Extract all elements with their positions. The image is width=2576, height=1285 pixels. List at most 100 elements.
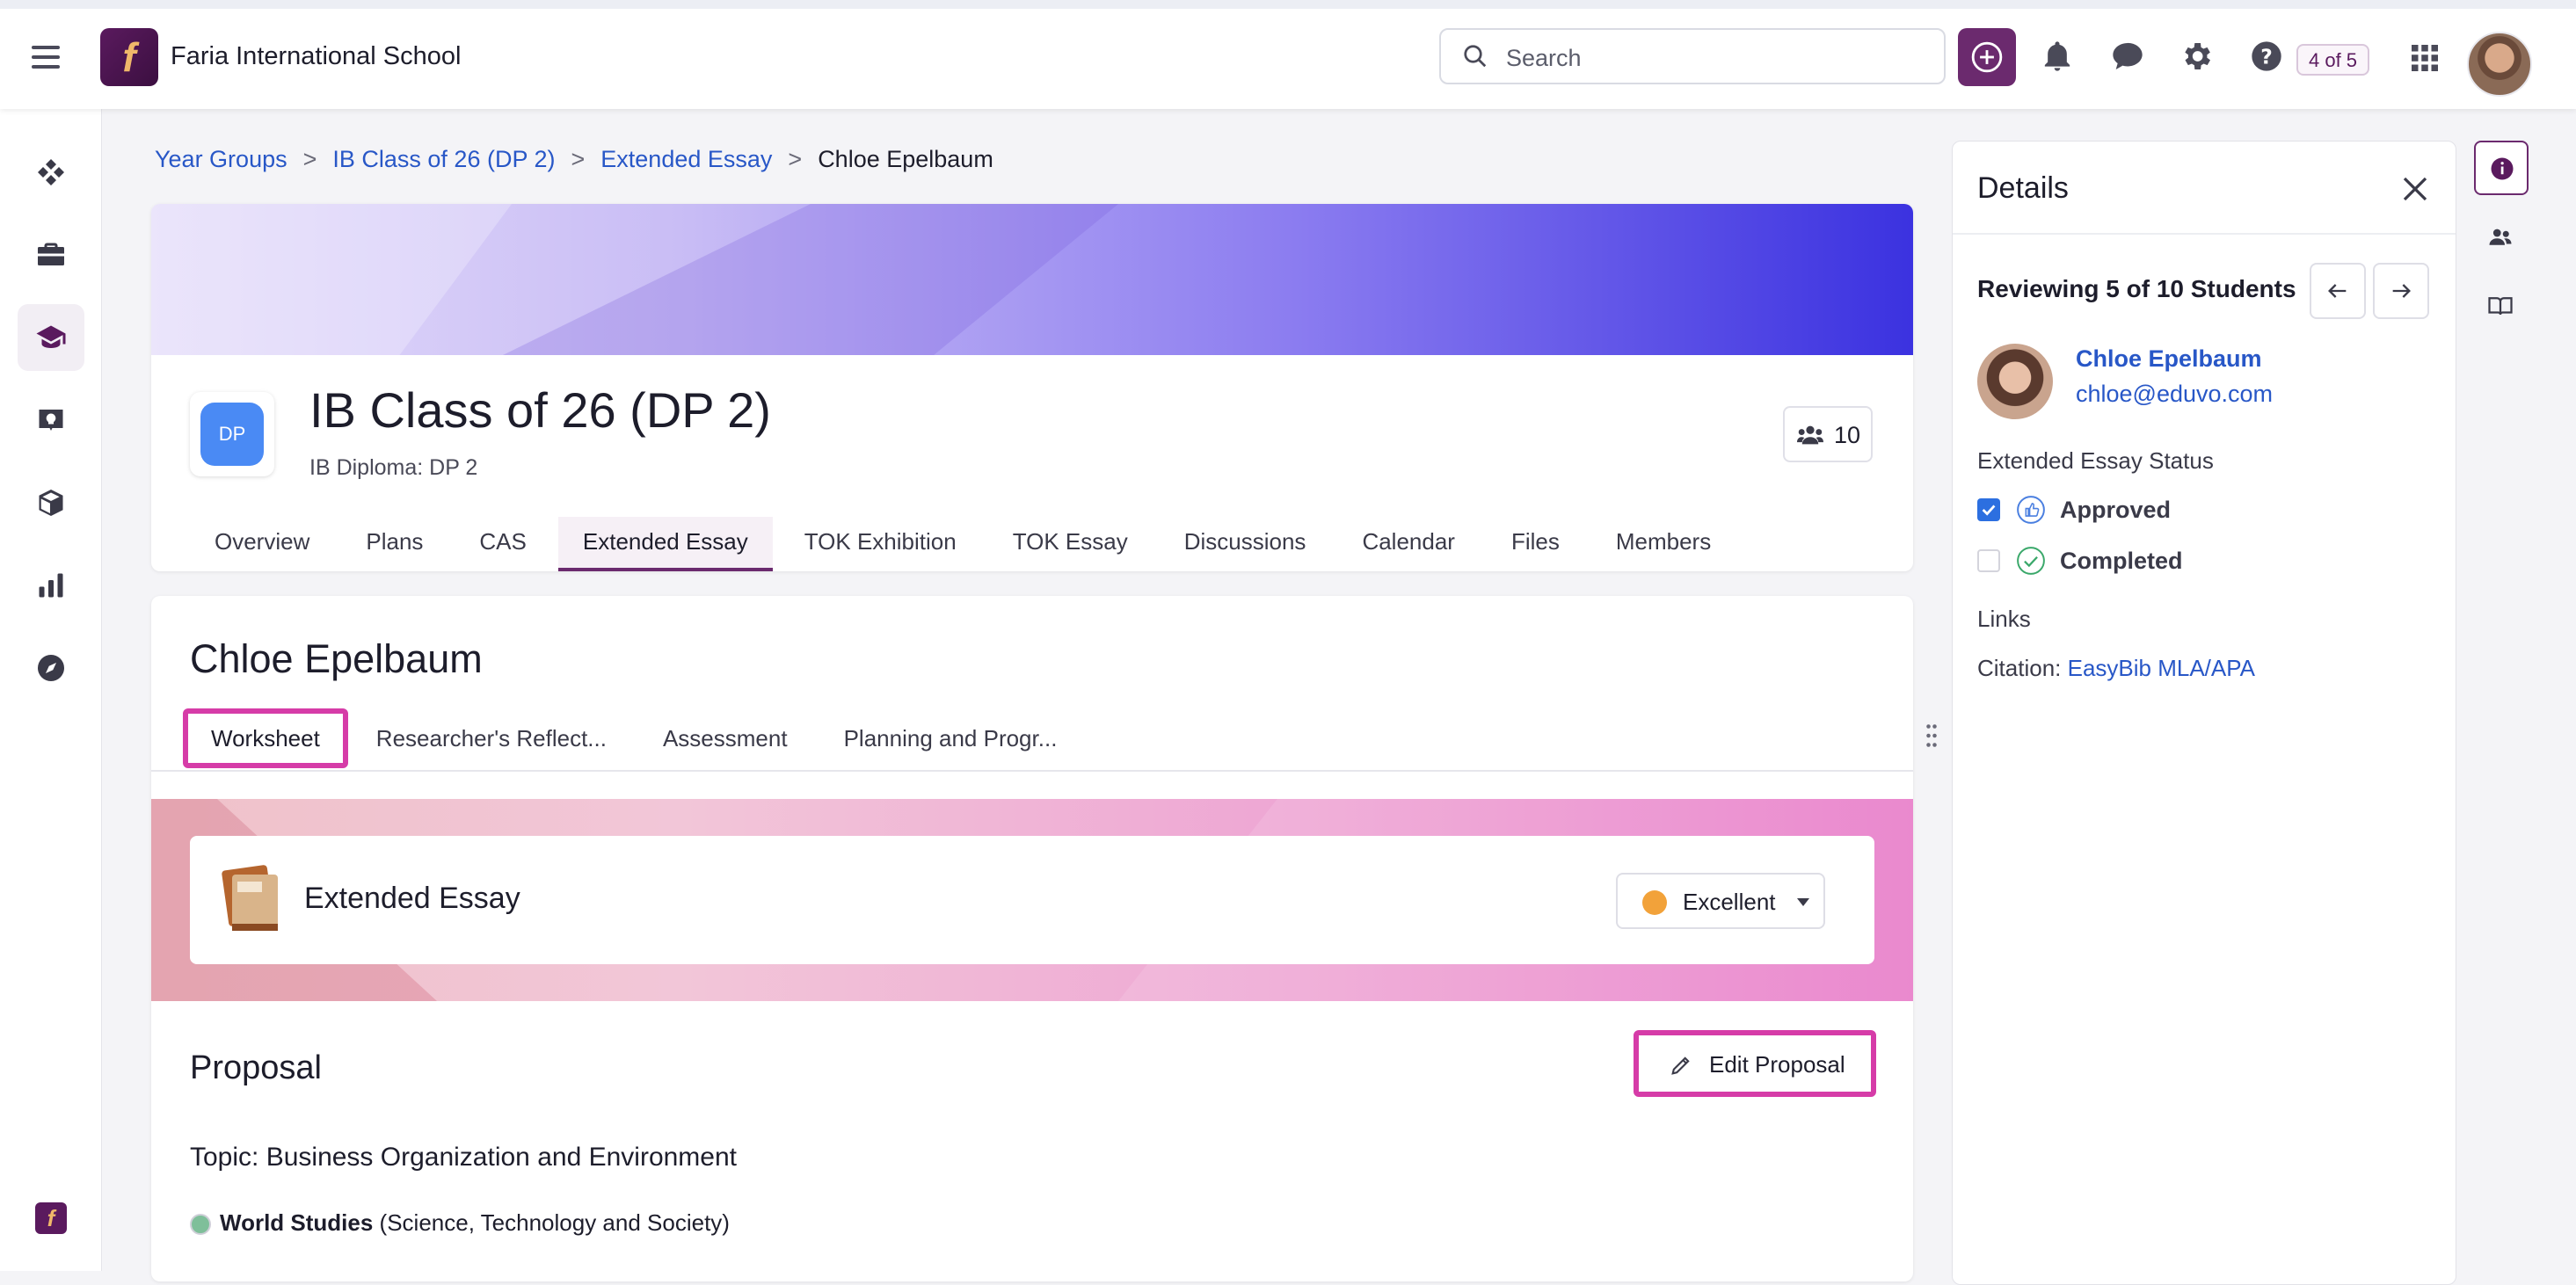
edit-proposal-label: Edit Proposal <box>1709 1051 1845 1078</box>
plus-circle-icon <box>1971 41 2003 73</box>
menu-icon[interactable] <box>32 46 60 69</box>
dashboard-icon <box>38 159 64 185</box>
previous-student-button[interactable] <box>2310 263 2366 319</box>
tab-researchers-reflection[interactable]: Researcher's Reflect... <box>348 708 635 768</box>
chevron-right-icon: > <box>571 146 586 172</box>
arrow-left-icon <box>2328 284 2347 298</box>
tab-discussions[interactable]: Discussions <box>1160 517 1331 571</box>
members-count-button[interactable]: 10 <box>1783 406 1873 462</box>
tab-members[interactable]: Members <box>1591 517 1736 571</box>
citation-prefix: Citation: <box>1977 655 2068 681</box>
completed-label: Completed <box>2060 548 2183 574</box>
globe-icon <box>190 1214 211 1236</box>
apps-grid-icon[interactable] <box>2409 42 2441 74</box>
tab-overview[interactable]: Overview <box>190 517 334 571</box>
people-panel-button[interactable] <box>2474 211 2529 265</box>
grade-dropdown[interactable]: Excellent <box>1616 873 1825 929</box>
tab-planning-and-progress[interactable]: Planning and Progr... <box>816 708 1086 768</box>
breadcrumb-year-groups[interactable]: Year Groups <box>155 146 287 172</box>
world-studies-label: World Studies <box>220 1209 374 1236</box>
sidebar-item-reports[interactable] <box>18 552 84 619</box>
bell-icon[interactable] <box>2040 39 2075 74</box>
easybib-link[interactable]: EasyBib MLA/APA <box>2068 655 2255 681</box>
sidebar-item-learning[interactable] <box>18 387 84 454</box>
caret-down-icon <box>1797 898 1809 906</box>
medal-icon <box>1642 890 1667 915</box>
pencil-icon <box>1671 1056 1690 1075</box>
status-heading: Extended Essay Status <box>1977 447 2214 474</box>
details-divider <box>1953 233 2456 235</box>
edit-proposal-button[interactable]: Edit Proposal <box>1634 1030 1876 1097</box>
search-box[interactable] <box>1439 28 1946 84</box>
user-avatar[interactable] <box>2467 32 2532 97</box>
book-open-icon <box>2488 297 2513 316</box>
tab-worksheet[interactable]: Worksheet <box>183 708 348 768</box>
left-sidebar: f <box>0 109 102 1271</box>
sidebar-item-year-groups[interactable] <box>18 304 84 371</box>
search-input[interactable] <box>1504 42 1930 74</box>
tabs-divider <box>151 770 1913 772</box>
svg-text:?: ? <box>2260 44 2273 69</box>
graduation-cap-icon <box>36 325 66 348</box>
class-title: IB Class of 26 (DP 2) <box>309 382 771 438</box>
tour-counter-badge[interactable]: 4 of 5 <box>2296 44 2370 76</box>
briefcase-icon <box>38 243 64 265</box>
gear-icon[interactable] <box>2179 39 2214 74</box>
compass-icon <box>38 655 64 681</box>
student-avatar <box>1977 344 2053 419</box>
books-icon <box>222 865 278 931</box>
proposal-topic: Topic: Business Organization and Environ… <box>190 1143 738 1172</box>
add-button[interactable] <box>1958 28 2016 86</box>
proposal-heading: Proposal <box>190 1049 322 1086</box>
tab-cas[interactable]: CAS <box>455 517 550 571</box>
resize-handle-icon[interactable] <box>1925 722 1938 749</box>
class-subtitle: IB Diploma: DP 2 <box>309 455 478 480</box>
check-circle-icon <box>2017 547 2045 575</box>
school-name[interactable]: Faria International School <box>171 42 461 71</box>
sidebar-item-dashboard[interactable] <box>18 139 84 206</box>
resources-panel-button[interactable] <box>2474 280 2529 334</box>
class-header-card: DP IB Class of 26 (DP 2) IB Diploma: DP … <box>151 204 1913 571</box>
school-logo[interactable]: f <box>100 28 158 86</box>
world-studies-detail: (Science, Technology and Society) <box>373 1209 730 1236</box>
extended-essay-header: Extended Essay Excellent <box>190 836 1874 964</box>
student-name-link[interactable]: Chloe Epelbaum <box>2076 345 2262 373</box>
chevron-right-icon: > <box>302 146 317 172</box>
help-icon[interactable]: ? <box>2249 39 2284 74</box>
tab-plans[interactable]: Plans <box>341 517 448 571</box>
links-heading: Links <box>1977 606 2031 632</box>
tab-assessment[interactable]: Assessment <box>635 708 816 768</box>
arrow-right-icon <box>2392 284 2411 298</box>
faria-logo[interactable]: f <box>35 1202 67 1234</box>
next-student-button[interactable] <box>2373 263 2429 319</box>
info-panel-button[interactable] <box>2474 141 2529 195</box>
search-icon <box>1464 45 1487 68</box>
sidebar-item-explore[interactable] <box>18 635 84 701</box>
chat-icon[interactable] <box>2110 39 2145 74</box>
details-panel: Details Reviewing 5 of 10 Students Chloe… <box>1952 141 2456 1285</box>
sidebar-item-portfolio[interactable] <box>18 221 84 288</box>
tab-tok-essay[interactable]: TOK Essay <box>988 517 1153 571</box>
lightbulb-icon <box>39 410 63 431</box>
sidebar-item-resources[interactable] <box>18 469 84 536</box>
details-title: Details <box>1977 171 2069 205</box>
approved-checkbox[interactable] <box>1977 498 2000 521</box>
class-icon: DP <box>190 392 274 476</box>
breadcrumb: Year Groups > IB Class of 26 (DP 2) > Extend… <box>155 146 993 173</box>
class-banner <box>151 204 1913 355</box>
tab-files[interactable]: Files <box>1487 517 1584 571</box>
breadcrumb-current: Chloe Epelbaum <box>818 146 993 172</box>
check-icon <box>1982 505 1996 516</box>
close-icon[interactable] <box>2399 173 2431 205</box>
breadcrumb-extended-essay[interactable]: Extended Essay <box>600 146 772 172</box>
tab-tok-exhibition[interactable]: TOK Exhibition <box>780 517 981 571</box>
tab-calendar[interactable]: Calendar <box>1337 517 1480 571</box>
reviewing-count: Reviewing 5 of 10 Students <box>1977 275 2296 302</box>
breadcrumb-class[interactable]: IB Class of 26 (DP 2) <box>332 146 555 172</box>
extended-essay-title: Extended Essay <box>304 882 520 915</box>
student-email-link[interactable]: chloe@eduvo.com <box>2076 381 2273 408</box>
citation-line: Citation: EasyBib MLA/APA <box>1977 655 2255 682</box>
tab-extended-essay[interactable]: Extended Essay <box>557 517 773 571</box>
approved-label: Approved <box>2060 497 2172 523</box>
completed-checkbox[interactable] <box>1977 549 2000 572</box>
